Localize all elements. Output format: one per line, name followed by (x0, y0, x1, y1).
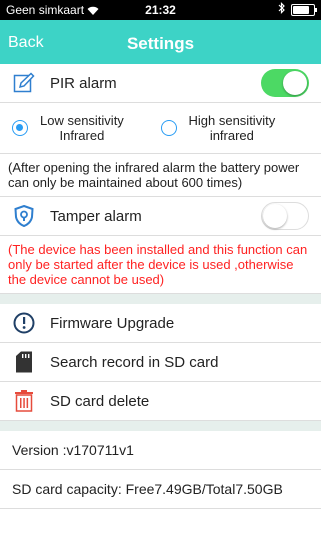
version-info: Version :v170711v1 (0, 431, 321, 470)
pir-alarm-label: PIR alarm (50, 74, 117, 92)
high-sensitivity-label: High sensitivity infrared (188, 113, 276, 143)
firmware-upgrade-item[interactable]: Firmware Upgrade (0, 304, 321, 343)
sensitivity-group: Low sensitivity Infrared High sensitivit… (0, 103, 321, 154)
battery-icon (291, 3, 317, 16)
sd-card-icon (12, 350, 36, 374)
status-bar: Geen simkaart 21:32 (0, 0, 321, 20)
sd-delete-item[interactable]: SD card delete (0, 382, 321, 421)
search-sd-item[interactable]: Search record in SD card (0, 343, 321, 382)
section-divider (0, 421, 321, 431)
low-sensitivity-label: Low sensitivity Infrared (40, 113, 124, 143)
tamper-alarm-row: Tamper alarm (0, 197, 321, 236)
tamper-alarm-label: Tamper alarm (50, 207, 142, 225)
edit-icon (12, 71, 36, 95)
search-sd-label: Search record in SD card (50, 353, 219, 371)
radio-button[interactable] (160, 120, 177, 136)
nav-bar: Back Settings (0, 20, 321, 64)
tamper-alarm-toggle[interactable] (261, 202, 309, 230)
page-title: Settings (126, 34, 195, 53)
pir-alarm-row: PIR alarm (0, 64, 321, 103)
sd-delete-label: SD card delete (50, 392, 150, 410)
clock: 21:32 (145, 3, 176, 17)
pir-note: (After opening the infrared alarm the ba… (0, 154, 321, 197)
tamper-warning: (The device has been installed and this … (0, 236, 321, 294)
bluetooth-icon (278, 2, 285, 17)
trash-icon (12, 389, 36, 413)
sd-capacity-info: SD card capacity: Free7.49GB/Total7.50GB (0, 470, 321, 509)
radio-button[interactable] (12, 120, 28, 136)
low-sensitivity-option[interactable]: Low sensitivity Infrared (12, 113, 161, 143)
shield-icon (12, 204, 36, 228)
pir-alarm-toggle[interactable] (261, 69, 309, 97)
high-sensitivity-option[interactable]: High sensitivity infrared (160, 113, 310, 143)
info-icon (12, 311, 36, 335)
section-divider (0, 294, 321, 304)
firmware-upgrade-label: Firmware Upgrade (50, 314, 175, 332)
